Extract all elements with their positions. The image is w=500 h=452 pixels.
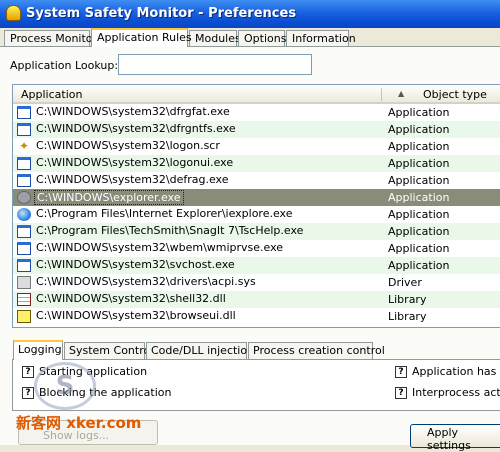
tab-process-monitor[interactable]: Process Monitor [4, 30, 97, 47]
dll-icon [17, 293, 31, 306]
row-object-type: Library [388, 310, 427, 323]
application-list[interactable]: Application ▲ Object type C:\WINDOWS\sys… [12, 84, 500, 328]
row-path: C:\WINDOWS\explorer.exe [34, 190, 184, 205]
row-object-type: Application [388, 157, 450, 170]
row-object-type: Application [388, 208, 450, 221]
app-window-icon [17, 259, 31, 272]
app-window-icon [17, 123, 31, 136]
row-path: C:\WINDOWS\system32\shell32.dll [36, 292, 226, 305]
row-object-type: Application [388, 259, 450, 272]
column-header-object-type[interactable]: Object type [423, 88, 487, 101]
row-path: C:\WINDOWS\system32\drivers\acpi.sys [36, 275, 256, 288]
list-row[interactable]: C:\WINDOWS\system32\wbem\wmiprvse.exe App… [13, 240, 500, 257]
list-row[interactable]: C:\WINDOWS\system32\browseui.dll Library [13, 308, 500, 325]
title-bar[interactable]: System Safety Monitor - Preferences [0, 0, 500, 28]
help-icon[interactable]: ? [395, 366, 407, 378]
explorer-icon [17, 191, 31, 204]
list-row[interactable]: C:\WINDOWS\system32\logonui.exe Applicati… [13, 155, 500, 172]
row-path: C:\WINDOWS\system32\dfrgfat.exe [36, 105, 230, 118]
dll-icon [17, 310, 31, 323]
window-title: System Safety Monitor - Preferences [26, 6, 297, 21]
app-window-icon [17, 225, 31, 238]
app-window-icon [17, 242, 31, 255]
top-tab-strip: Process Monitor Application Rules Module… [0, 28, 500, 47]
list-header: Application ▲ Object type [13, 85, 500, 104]
row-object-type: Application [388, 106, 450, 119]
help-icon[interactable]: ? [22, 366, 34, 378]
row-object-type: Application [388, 174, 450, 187]
row-object-type: Application [388, 140, 450, 153]
row-object-type: Application [388, 242, 450, 255]
tab-information[interactable]: Information [286, 30, 356, 47]
list-row[interactable]: C:\WINDOWS\system32\shell32.dll Library [13, 291, 500, 308]
list-row[interactable]: C:\WINDOWS\system32\drivers\acpi.sys Driv… [13, 274, 500, 291]
row-path: C:\WINDOWS\system32\defrag.exe [36, 173, 229, 186]
bottom-tab-strip: Logging System Control Code/DLL injectio… [0, 340, 500, 360]
list-rows: C:\WINDOWS\system32\dfrgfat.exe Applicati… [13, 104, 500, 325]
row-path: C:\WINDOWS\system32\browseui.dll [36, 309, 236, 322]
row-path: C:\WINDOWS\system32\logon.scr [36, 139, 220, 152]
application-lookup-input[interactable] [118, 54, 312, 75]
list-row[interactable]: C:\WINDOWS\system32\dfrgfat.exe Applicati… [13, 104, 500, 121]
list-row[interactable]: ✦ C:\WINDOWS\system32\logon.scr Applicatio… [13, 138, 500, 155]
row-object-type: Application [388, 225, 450, 238]
tab-logging[interactable]: Logging [13, 340, 63, 360]
row-path: C:\WINDOWS\system32\svchost.exe [36, 258, 235, 271]
row-path: C:\WINDOWS\system32\logonui.exe [36, 156, 234, 169]
app-shield-icon [6, 5, 21, 21]
row-object-type: Library [388, 293, 427, 306]
row-object-type: Application [388, 191, 450, 204]
sort-ascending-icon: ▲ [398, 89, 405, 98]
column-header-application[interactable]: Application [21, 88, 82, 101]
row-object-type: Driver [388, 276, 422, 289]
list-row[interactable]: C:\WINDOWS\explorer.exe Application [13, 189, 500, 206]
app-window-icon [17, 174, 31, 187]
apply-settings-button[interactable]: Apply settings [410, 424, 500, 452]
watermark-logo: S [34, 362, 96, 410]
row-path: C:\WINDOWS\system32\wbem\wmiprvse.exe [36, 241, 284, 254]
app-window-icon [17, 106, 31, 119]
list-row[interactable]: C:\WINDOWS\system32\dfrgntfs.exe Applicat… [13, 121, 500, 138]
row-object-type: Application [388, 123, 450, 136]
watermark-text: 新客网 xker.com [16, 414, 142, 432]
driver-icon [17, 276, 31, 289]
tab-modules[interactable]: Modules [189, 30, 241, 47]
application-lookup-label: Application Lookup: [10, 59, 119, 72]
row-path: C:\Program Files\TechSmith\SnagIt 7\TscH… [36, 224, 304, 237]
help-icon[interactable]: ? [395, 387, 407, 399]
tab-system-control[interactable]: System Control [64, 342, 153, 360]
help-icon[interactable]: ? [22, 387, 34, 399]
tab-code-dll-injection[interactable]: Code/DLL injection [146, 342, 254, 360]
list-row[interactable]: C:\WINDOWS\system32\svchost.exe Applicati… [13, 257, 500, 274]
app-window-icon [17, 157, 31, 170]
tab-process-creation-control[interactable]: Process creation control [248, 342, 385, 360]
column-divider[interactable] [381, 88, 382, 101]
list-row[interactable]: C:\WINDOWS\system32\defrag.exe Applicatio… [13, 172, 500, 189]
screensaver-icon: ✦ [18, 139, 30, 153]
tab-options[interactable]: Options [238, 30, 286, 47]
internet-explorer-icon [17, 208, 31, 221]
list-row[interactable]: C:\Program Files\Internet Explorer\iexpl… [13, 206, 500, 223]
row-path: C:\WINDOWS\system32\dfrgntfs.exe [36, 122, 236, 135]
row-path: C:\Program Files\Internet Explorer\iexpl… [36, 207, 293, 220]
list-row[interactable]: C:\Program Files\TechSmith\SnagIt 7\TscH… [13, 223, 500, 240]
tab-application-rules[interactable]: Application Rules [91, 28, 192, 47]
